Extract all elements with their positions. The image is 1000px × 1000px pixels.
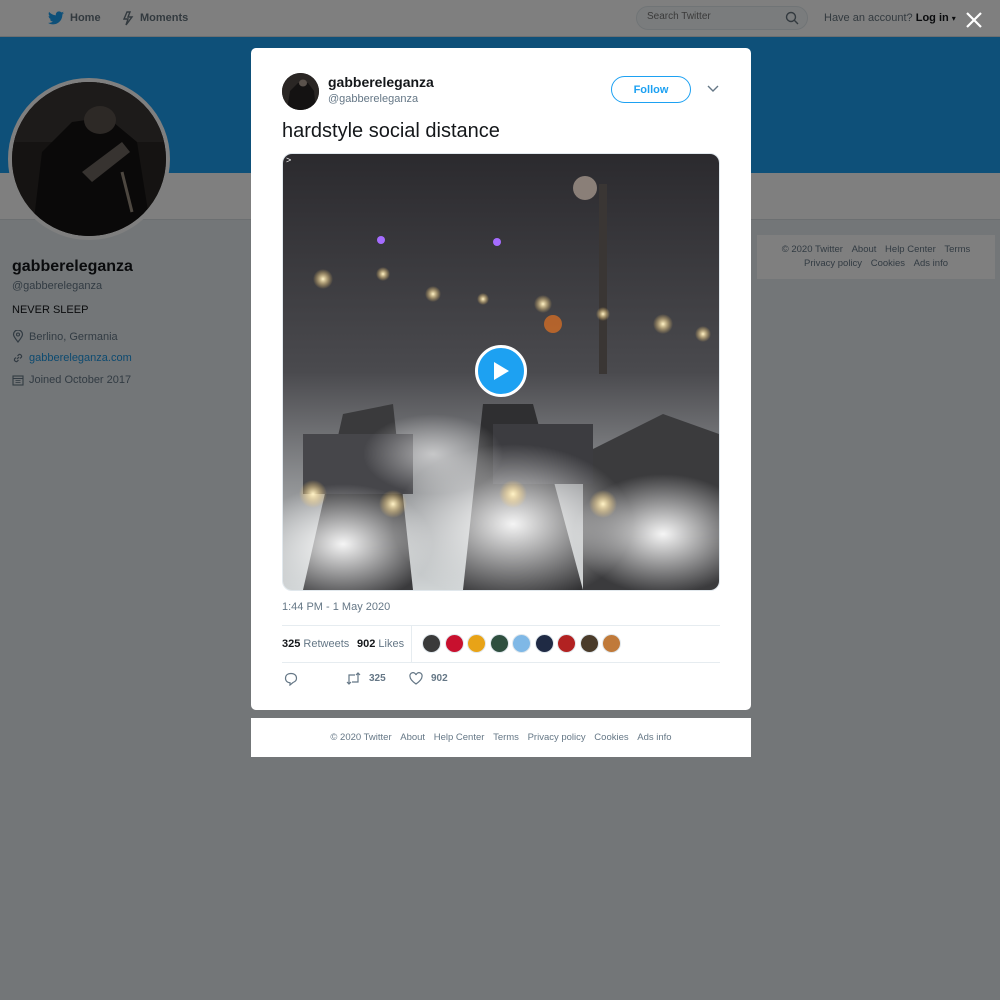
footer-ads[interactable]: Ads info	[637, 732, 671, 743]
retweets-label: Retweets	[303, 638, 350, 650]
liker-avatars	[422, 634, 625, 653]
footer-privacy[interactable]: Privacy policy	[528, 732, 586, 743]
retweet-icon	[346, 672, 361, 685]
media-tag: >	[286, 155, 292, 165]
liker-avatar[interactable]	[557, 634, 576, 653]
footer-copyright: © 2020 Twitter	[330, 732, 392, 743]
like-count: 902	[431, 673, 448, 684]
retweet-button[interactable]: 325	[346, 672, 386, 685]
footer-cookies[interactable]: Cookies	[594, 732, 628, 743]
liker-avatar[interactable]	[512, 634, 531, 653]
liker-avatar[interactable]	[422, 634, 441, 653]
footer-help[interactable]: Help Center	[434, 732, 485, 743]
tweet-stats: 325 Retweets 902 Likes	[282, 625, 720, 663]
retweet-count: 325	[369, 673, 386, 684]
likes-count: 902	[357, 638, 376, 650]
heart-icon	[409, 672, 423, 685]
tweet-timestamp[interactable]: 1:44 PM - 1 May 2020	[282, 601, 390, 613]
tweet-text: hardstyle social distance	[282, 120, 500, 142]
liker-avatar[interactable]	[444, 634, 464, 653]
video-player[interactable]: >	[282, 153, 720, 591]
play-button[interactable]	[475, 345, 527, 397]
footer-terms[interactable]: Terms	[493, 732, 519, 743]
liker-avatar[interactable]	[489, 634, 509, 653]
author-avatar[interactable]	[282, 73, 319, 110]
retweets-count: 325	[282, 638, 301, 650]
reply-button[interactable]	[284, 672, 306, 686]
like-button[interactable]: 902	[409, 672, 448, 685]
liker-avatar[interactable]	[534, 634, 554, 653]
modal-footer: © 2020 Twitter About Help Center Terms P…	[251, 718, 751, 757]
likes-stat[interactable]: 902 Likes	[357, 638, 404, 650]
liker-avatar[interactable]	[579, 634, 599, 653]
play-icon	[494, 362, 509, 380]
tweet-modal: gabbereleganza @gabbereleganza Follow ha…	[251, 48, 751, 710]
retweets-stat[interactable]: 325 Retweets	[282, 638, 349, 650]
author-name[interactable]: gabbereleganza	[328, 74, 434, 90]
chevron-down-icon[interactable]	[707, 85, 719, 93]
author-handle[interactable]: @gabbereleganza	[328, 93, 418, 105]
liker-avatar[interactable]	[467, 634, 486, 653]
liker-avatar[interactable]	[602, 634, 621, 653]
author-avatar-image	[282, 73, 319, 110]
stats-divider	[411, 626, 412, 662]
reply-icon	[284, 672, 298, 686]
follow-button[interactable]: Follow	[611, 76, 691, 103]
likes-label: Likes	[378, 638, 405, 650]
close-icon[interactable]	[964, 10, 984, 30]
footer-about[interactable]: About	[400, 732, 425, 743]
